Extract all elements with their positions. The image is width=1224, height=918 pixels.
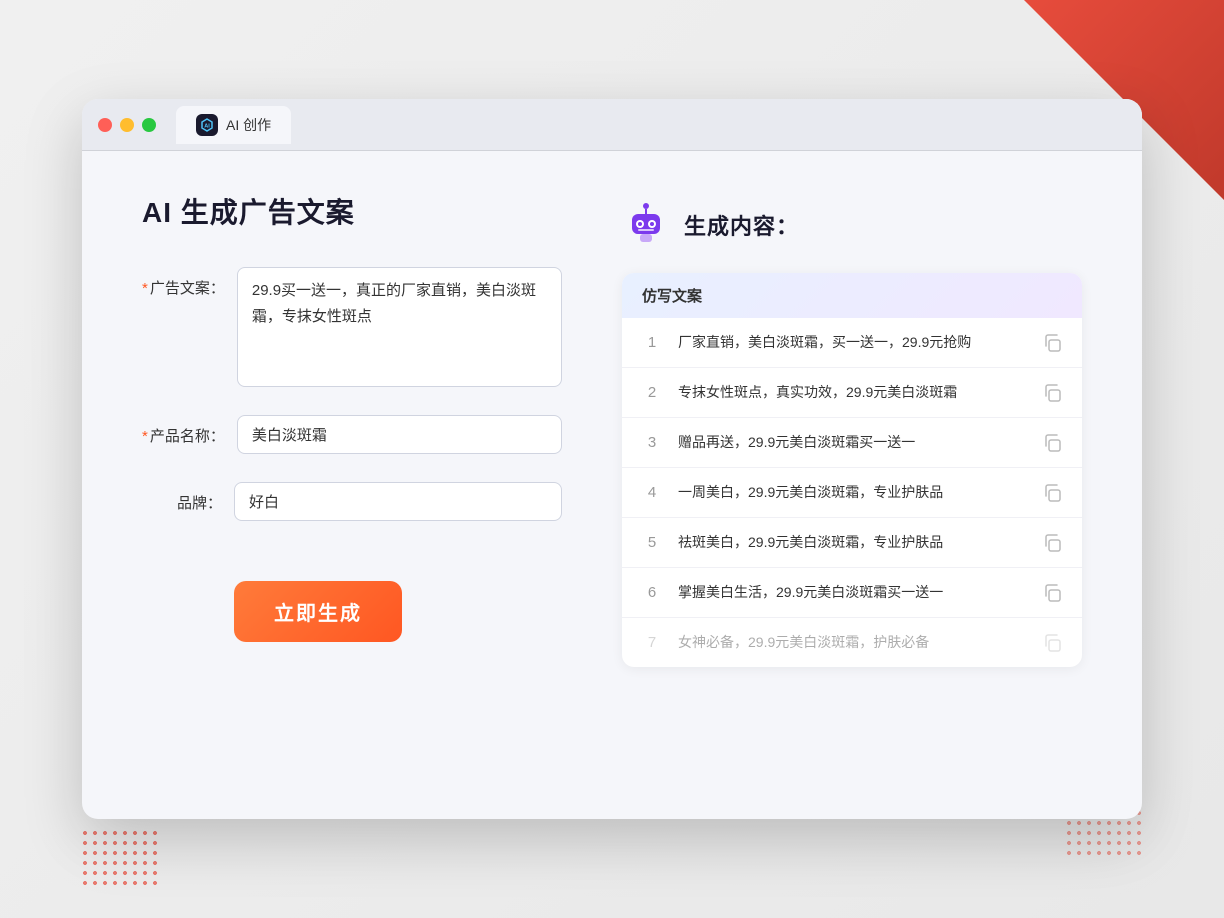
page-title: AI 生成广告文案 — [142, 191, 562, 231]
generate-button[interactable]: 立即生成 — [234, 581, 402, 642]
form-group-ad-copy: *广告文案： 29.9买一送一，真正的厂家直销，美白淡斑霜，专抹女性斑点 — [142, 267, 562, 387]
product-name-field[interactable] — [237, 415, 562, 454]
row-text-5: 祛斑美白，29.9元美白淡斑霜，专业护肤品 — [678, 532, 1026, 553]
copy-icon-5[interactable] — [1042, 533, 1062, 553]
traffic-lights — [98, 118, 156, 132]
brand-field[interactable] — [234, 482, 562, 521]
row-text-1: 厂家直销，美白淡斑霜，买一送一，29.9元抢购 — [678, 332, 1026, 353]
copy-icon-6[interactable] — [1042, 583, 1062, 603]
browser-window: AI AI 创作 AI 生成广告文案 *广告文案： 29.9买一送一，真正的厂家… — [82, 99, 1142, 819]
ad-copy-label: *广告文案： — [142, 267, 225, 298]
copy-icon-3[interactable] — [1042, 433, 1062, 453]
copy-icon-1[interactable] — [1042, 333, 1062, 353]
generate-button-wrapper: 立即生成 — [142, 549, 562, 642]
traffic-light-minimize[interactable] — [120, 118, 134, 132]
row-text-3: 赠品再送，29.9元美白淡斑霜买一送一 — [678, 432, 1026, 453]
row-num-6: 6 — [642, 584, 662, 601]
browser-content: AI 生成广告文案 *广告文案： 29.9买一送一，真正的厂家直销，美白淡斑霜，… — [82, 151, 1142, 811]
result-table-header: 仿写文案 — [622, 273, 1082, 318]
left-panel: AI 生成广告文案 *广告文案： 29.9买一送一，真正的厂家直销，美白淡斑霜，… — [142, 191, 562, 771]
browser-titlebar: AI AI 创作 — [82, 99, 1142, 151]
result-row-3: 3 赠品再送，29.9元美白淡斑霜买一送一 — [622, 418, 1082, 468]
result-header: 生成内容： — [622, 201, 1082, 249]
row-num-7: 7 — [642, 634, 662, 651]
right-panel: 生成内容： 仿写文案 1 厂家直销，美白淡斑霜，买一送一，29.9元抢购 2 — [622, 191, 1082, 771]
row-text-2: 专抹女性斑点，真实功效，29.9元美白淡斑霜 — [678, 382, 1026, 403]
row-text-6: 掌握美白生活，29.9元美白淡斑霜买一送一 — [678, 582, 1026, 603]
bg-dots-decoration-left — [80, 828, 160, 888]
result-table: 仿写文案 1 厂家直销，美白淡斑霜，买一送一，29.9元抢购 2 专抹女性斑点，… — [622, 273, 1082, 667]
copy-icon-2[interactable] — [1042, 383, 1062, 403]
ai-tab-icon: AI — [196, 114, 218, 136]
browser-tab-ai[interactable]: AI AI 创作 — [176, 106, 291, 144]
row-num-4: 4 — [642, 484, 662, 501]
row-text-7: 女神必备，29.9元美白淡斑霜，护肤必备 — [678, 632, 1026, 653]
traffic-light-close[interactable] — [98, 118, 112, 132]
ad-copy-field[interactable]: 29.9买一送一，真正的厂家直销，美白淡斑霜，专抹女性斑点 — [237, 267, 562, 387]
result-row-2: 2 专抹女性斑点，真实功效，29.9元美白淡斑霜 — [622, 368, 1082, 418]
traffic-light-maximize[interactable] — [142, 118, 156, 132]
required-star-1: * — [142, 280, 148, 297]
result-row-1: 1 厂家直销，美白淡斑霜，买一送一，29.9元抢购 — [622, 318, 1082, 368]
brand-label: 品牌： — [142, 482, 222, 513]
tab-label: AI 创作 — [226, 115, 271, 135]
result-row-5: 5 祛斑美白，29.9元美白淡斑霜，专业护肤品 — [622, 518, 1082, 568]
result-row-4: 4 一周美白，29.9元美白淡斑霜，专业护肤品 — [622, 468, 1082, 518]
copy-icon-7[interactable] — [1042, 633, 1062, 653]
result-title: 生成内容： — [684, 209, 799, 241]
form-group-brand: 品牌： — [142, 482, 562, 521]
result-row-6: 6 掌握美白生活，29.9元美白淡斑霜买一送一 — [622, 568, 1082, 618]
row-num-1: 1 — [642, 334, 662, 351]
row-num-2: 2 — [642, 384, 662, 401]
row-num-5: 5 — [642, 534, 662, 551]
product-name-label: *产品名称： — [142, 415, 225, 446]
row-num-3: 3 — [642, 434, 662, 451]
result-row-7: 7 女神必备，29.9元美白淡斑霜，护肤必备 — [622, 618, 1082, 667]
copy-icon-4[interactable] — [1042, 483, 1062, 503]
svg-text:AI: AI — [204, 123, 210, 129]
required-star-2: * — [142, 428, 148, 445]
form-group-product-name: *产品名称： — [142, 415, 562, 454]
robot-icon — [622, 201, 670, 249]
row-text-4: 一周美白，29.9元美白淡斑霜，专业护肤品 — [678, 482, 1026, 503]
